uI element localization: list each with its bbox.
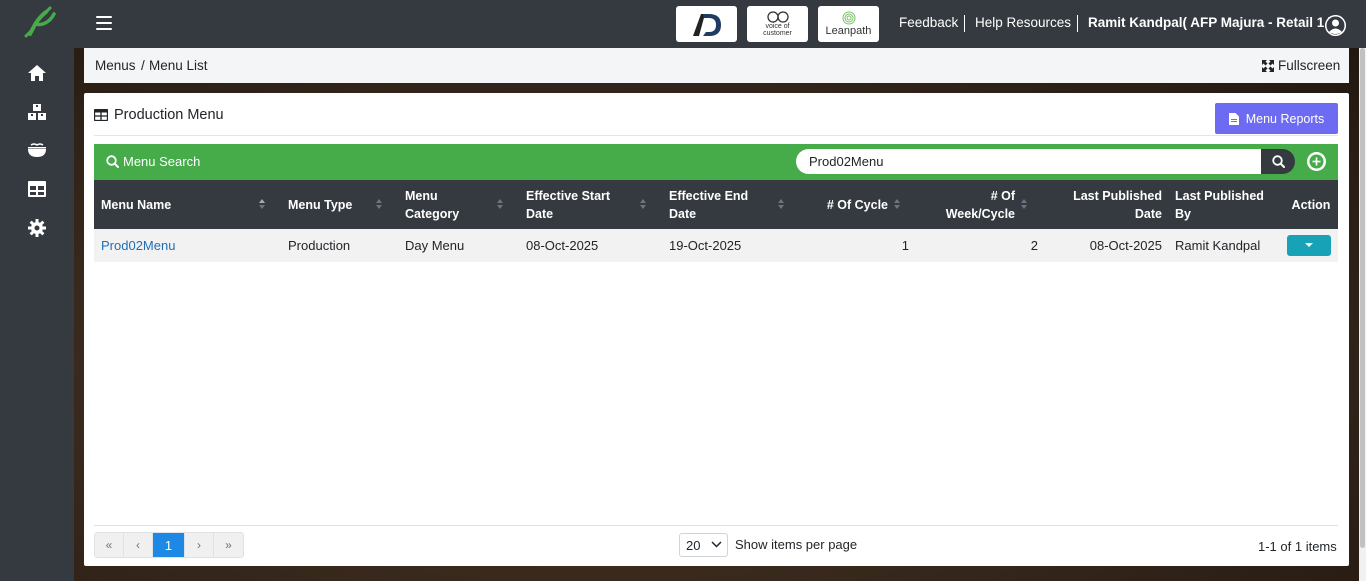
next-page-button[interactable]: › — [185, 533, 214, 557]
column-label: Last Published By — [1175, 188, 1264, 221]
page-size-label: Show items per page — [735, 537, 858, 552]
add-menu-button[interactable] — [1307, 152, 1326, 171]
table-header: Menu Name Menu Type Menu Category Effect… — [94, 180, 1338, 229]
weeks-per-cycle-cell: 2 — [1030, 238, 1038, 253]
menu-category-cell: Day Menu — [405, 238, 465, 253]
plus-circle-icon — [1309, 154, 1324, 169]
table-icon[interactable] — [26, 178, 48, 200]
breadcrumb-menu-list: Menu List — [149, 58, 208, 73]
column-action: Action — [1287, 180, 1335, 229]
leanpath-logo[interactable]: Leanpath — [818, 6, 879, 42]
document-icon — [1228, 112, 1239, 125]
column-menu-type[interactable]: Menu Type — [288, 180, 378, 229]
nav-separator — [964, 15, 965, 32]
voice-of-customer-text: voice of customer — [763, 23, 792, 37]
ad-logo[interactable] — [676, 6, 737, 42]
scrollbar-thumb[interactable] — [1360, 48, 1365, 548]
column-label: Menu Category — [405, 188, 460, 221]
menu-reports-button[interactable]: Menu Reports — [1215, 103, 1338, 134]
table-icon — [94, 109, 108, 121]
breadcrumb-menus[interactable]: Menus — [95, 58, 136, 73]
page-size-value: 20 — [686, 537, 701, 553]
help-resources-link[interactable]: Help Resources — [975, 15, 1071, 30]
page-size-select[interactable]: 20 — [679, 533, 728, 557]
user-avatar-icon[interactable] — [1325, 15, 1346, 36]
production-menu-card: Production Menu Menu Reports Menu Search… — [84, 93, 1349, 566]
voice-of-customer-logo[interactable]: voice of customer — [747, 6, 808, 42]
menu-type-cell: Production — [288, 238, 351, 253]
search-icon — [1271, 155, 1285, 168]
gear-icon[interactable] — [26, 217, 48, 239]
leanpath-text: Leanpath — [825, 25, 872, 37]
hamburger-menu-icon[interactable] — [96, 16, 112, 30]
column-cycles[interactable]: # Of Cycle — [800, 180, 888, 229]
fullscreen-button[interactable]: Fullscreen — [1262, 58, 1340, 73]
boxes-icon[interactable] — [26, 101, 48, 123]
current-page-button[interactable]: 1 — [153, 533, 185, 557]
table-row[interactable]: Prod02Menu Production Day Menu 08-Oct-20… — [94, 229, 1338, 262]
breadcrumb-separator: / — [141, 58, 145, 73]
menu-search-text: Menu Search — [123, 154, 201, 169]
chevron-down-icon — [711, 541, 722, 548]
row-action-dropdown-button[interactable] — [1287, 235, 1331, 256]
menu-search-label: Menu Search — [106, 154, 200, 169]
sidebar — [0, 0, 74, 581]
column-last-published-by[interactable]: Last Published By — [1175, 180, 1267, 229]
column-label: Action — [1291, 197, 1331, 212]
column-label: Menu Name — [101, 197, 172, 212]
last-page-button[interactable]: » — [214, 533, 243, 557]
sort-icon[interactable] — [777, 196, 785, 212]
column-weeks-per-cycle[interactable]: # Of Week/Cycle — [930, 180, 1015, 229]
page-title: Production Menu — [114, 107, 224, 123]
previous-page-button[interactable]: ‹ — [124, 533, 153, 557]
end-date-cell: 19-Oct-2025 — [669, 238, 742, 253]
sort-icon[interactable] — [1020, 196, 1028, 212]
menu-reports-label: Menu Reports — [1245, 111, 1325, 126]
fullscreen-label: Fullscreen — [1278, 58, 1341, 73]
sort-icon[interactable] — [258, 196, 266, 212]
item-count: 1-1 of 1 items — [1258, 539, 1337, 554]
column-menu-name[interactable]: Menu Name — [101, 180, 271, 229]
top-navbar: voice of customer Leanpath Feedback Help… — [74, 0, 1366, 48]
card-title: Production Menu — [94, 107, 224, 123]
last-published-date-cell: 08-Oct-2025 — [1089, 238, 1162, 253]
column-effective-start-date[interactable]: Effective Start Date — [526, 180, 626, 229]
column-label: Last Published Date — [1073, 188, 1162, 221]
search-icon — [106, 155, 119, 168]
last-published-by-cell: Ramit Kandpal — [1175, 238, 1261, 253]
divider — [94, 525, 1338, 526]
column-effective-end-date[interactable]: Effective End Date — [669, 180, 769, 229]
menu-search-bar: Menu Search — [94, 144, 1338, 180]
column-label: Effective Start Date — [526, 188, 611, 221]
column-label: # Of Week/Cycle — [945, 188, 1015, 221]
sort-icon[interactable] — [639, 196, 647, 212]
feedback-link[interactable]: Feedback — [899, 15, 958, 30]
sort-icon[interactable] — [893, 196, 901, 212]
menu-name-link[interactable]: Prod02Menu — [101, 238, 175, 253]
column-menu-category[interactable]: Menu Category — [405, 180, 465, 229]
sort-icon[interactable] — [496, 196, 504, 212]
start-date-cell: 08-Oct-2025 — [526, 238, 599, 253]
column-label: # Of Cycle — [826, 197, 888, 212]
page-scrollbar[interactable] — [1359, 48, 1366, 581]
column-label: Menu Type — [288, 197, 353, 212]
caret-down-icon — [1305, 243, 1313, 247]
pagination: « ‹ 1 › » — [94, 532, 244, 558]
search-input[interactable] — [796, 149, 1262, 174]
home-icon[interactable] — [26, 62, 48, 84]
breadcrumb: Menus / Menu List Fullscreen — [84, 48, 1349, 83]
nav-separator — [1077, 15, 1078, 32]
cycles-cell: 1 — [901, 238, 909, 253]
search-button[interactable] — [1261, 149, 1295, 174]
column-label: Effective End Date — [669, 188, 749, 221]
first-page-button[interactable]: « — [95, 533, 124, 557]
expand-icon — [1262, 59, 1274, 72]
divider — [94, 135, 1338, 136]
food-bowl-icon[interactable] — [26, 139, 48, 161]
app-logo[interactable] — [24, 4, 60, 40]
sort-icon[interactable] — [375, 196, 383, 212]
user-name[interactable]: Ramit Kandpal( AFP Majura - Retail 1 ) — [1088, 15, 1333, 30]
column-last-published-date[interactable]: Last Published Date — [1056, 180, 1162, 229]
